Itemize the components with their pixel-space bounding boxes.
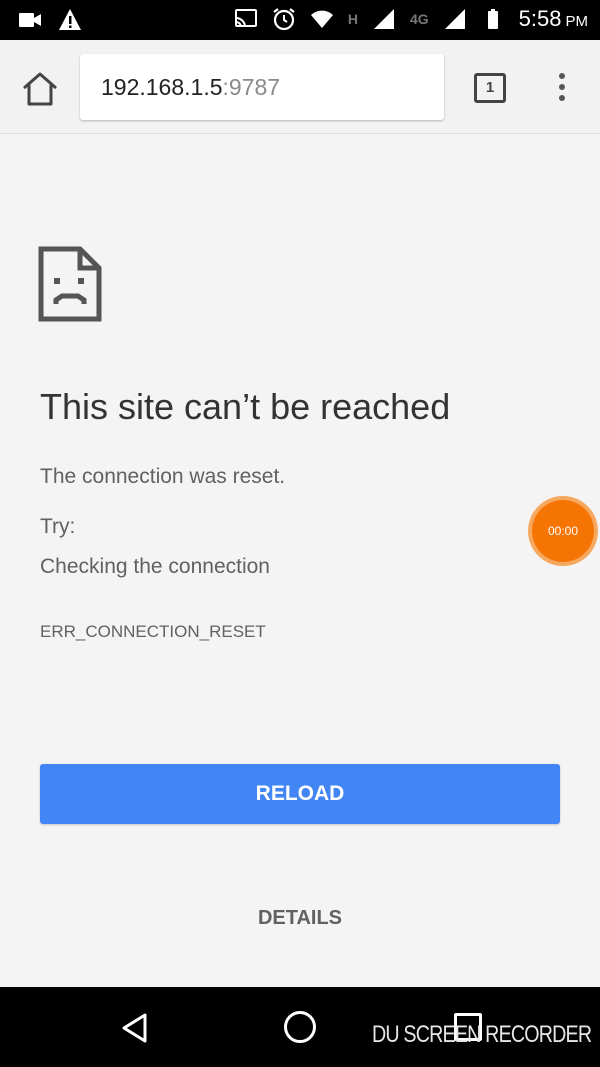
navigation-bar: DU SCREEN RECORDER xyxy=(0,987,600,1067)
reload-button[interactable]: RELOAD xyxy=(40,764,560,824)
details-button[interactable]: DETAILS xyxy=(230,896,370,940)
signal-icon xyxy=(444,9,465,29)
recorder-watermark: DU SCREEN RECORDER xyxy=(372,1021,592,1048)
alarm-icon xyxy=(273,8,295,31)
home-circle-icon[interactable] xyxy=(284,1011,316,1043)
status-bar: H 4G 5:58 PM xyxy=(0,0,600,40)
tabs-icon[interactable]: 1 xyxy=(474,73,506,103)
sad-document-icon xyxy=(38,246,102,322)
error-message: The connection was reset. xyxy=(40,465,286,488)
browser-toolbar: 192.168.1.5:9787 1 xyxy=(0,40,600,134)
menu-icon[interactable] xyxy=(550,70,574,110)
wifi-icon xyxy=(310,10,333,28)
status-right-icons: H 4G 5:58 PM xyxy=(234,6,588,32)
video-camera-icon xyxy=(19,13,41,27)
url-port: :9787 xyxy=(222,74,281,100)
recorder-timer: 00:00 xyxy=(532,500,594,562)
battery-icon xyxy=(487,9,498,29)
status-left-icons xyxy=(18,8,82,32)
page-title: This site can’t be reached xyxy=(40,386,451,427)
back-icon[interactable] xyxy=(118,1011,152,1045)
url-host: 192.168.1.5 xyxy=(101,74,223,100)
url-text[interactable]: 192.168.1.5:9787 xyxy=(101,74,280,101)
try-label: Try: xyxy=(40,515,76,538)
home-icon[interactable] xyxy=(20,70,60,108)
error-code: ERR_CONNECTION_RESET xyxy=(40,622,266,641)
network-type-label: H xyxy=(347,11,358,27)
clock: 5:58 PM xyxy=(518,6,588,31)
url-bar[interactable]: 192.168.1.5:9787 xyxy=(80,54,444,120)
recorder-bubble[interactable]: 00:00 xyxy=(528,496,598,566)
cast-icon xyxy=(234,9,257,28)
warning-icon xyxy=(59,9,81,30)
suggestion-text: Checking the connection xyxy=(40,555,270,578)
network-type-label: 4G xyxy=(409,11,429,27)
signal-icon xyxy=(373,9,394,29)
